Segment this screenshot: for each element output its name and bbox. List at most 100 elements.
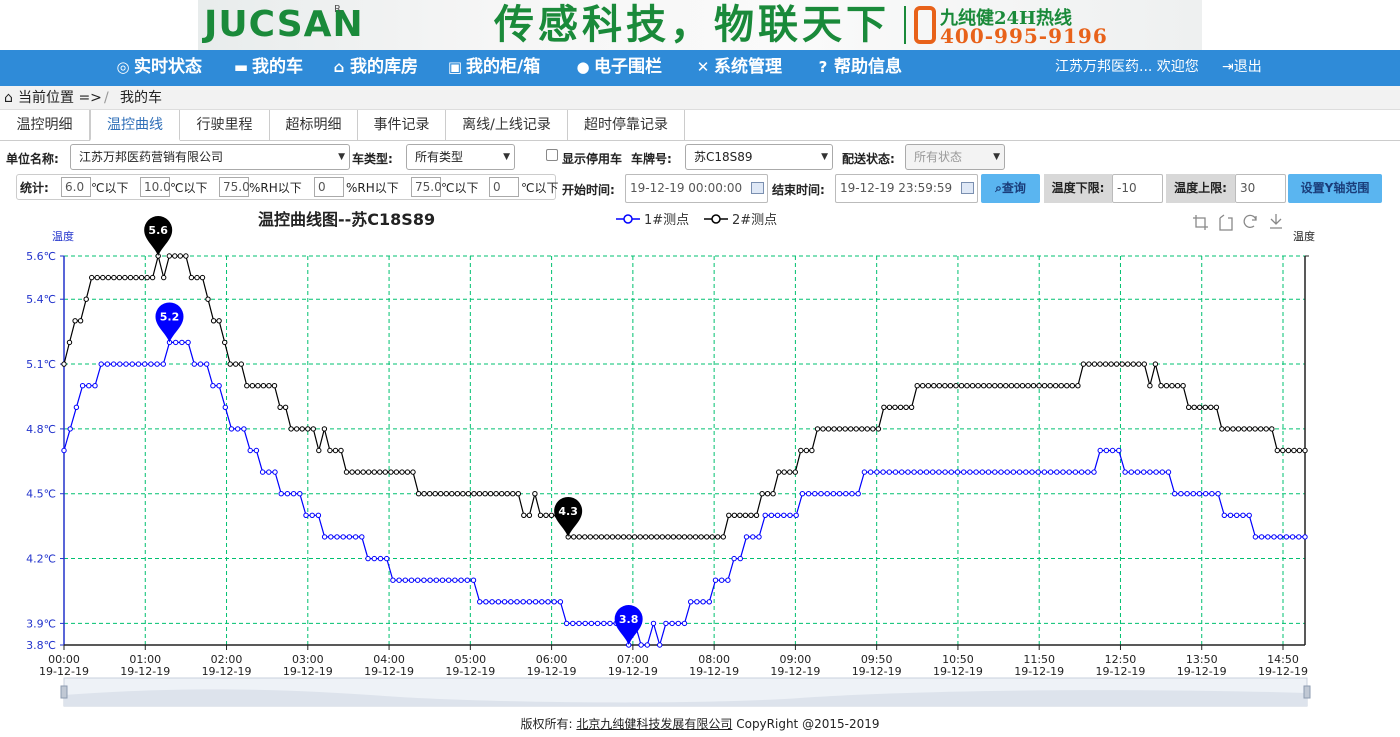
data-point[interactable] — [892, 469, 899, 475]
data-point[interactable] — [725, 577, 731, 583]
data-point[interactable] — [504, 491, 510, 497]
data-point[interactable] — [354, 469, 361, 475]
data-point[interactable] — [1003, 383, 1009, 389]
data-point[interactable] — [925, 383, 931, 389]
data-point[interactable] — [1119, 361, 1125, 367]
data-point[interactable] — [1023, 469, 1029, 475]
data-point[interactable] — [1147, 383, 1153, 389]
data-point[interactable] — [1172, 491, 1178, 497]
temp-high-input[interactable]: 30 — [1235, 174, 1286, 203]
data-point[interactable] — [1085, 469, 1091, 475]
plate-select[interactable]: 苏C18S89 ▼ — [685, 144, 833, 170]
data-point[interactable] — [133, 274, 139, 281]
data-point[interactable] — [737, 555, 743, 562]
data-point[interactable] — [1122, 469, 1128, 475]
data-point[interactable] — [61, 361, 67, 367]
data-point[interactable] — [700, 599, 706, 605]
data-point[interactable] — [1230, 426, 1236, 432]
data-point[interactable] — [310, 426, 316, 432]
data-point[interactable] — [352, 534, 359, 540]
data-point[interactable] — [1136, 361, 1142, 367]
data-point[interactable] — [1296, 534, 1302, 540]
data-point[interactable] — [117, 361, 123, 367]
data-point[interactable] — [948, 469, 954, 475]
tab-mileage[interactable]: 行驶里程 — [180, 110, 270, 141]
data-point[interactable] — [393, 469, 400, 475]
data-point[interactable] — [299, 426, 305, 432]
data-point[interactable] — [185, 339, 191, 346]
data-point[interactable] — [371, 469, 377, 475]
data-point[interactable] — [1054, 469, 1060, 475]
data-point[interactable] — [1025, 383, 1031, 389]
tab-timeout-stop[interactable]: 超时停靠记录 — [568, 110, 685, 141]
data-point[interactable] — [1163, 383, 1170, 389]
data-point[interactable] — [1296, 447, 1303, 454]
data-point[interactable] — [1016, 469, 1023, 475]
data-point[interactable] — [582, 534, 588, 540]
data-point[interactable] — [526, 599, 533, 605]
data-point[interactable] — [659, 534, 665, 540]
data-point[interactable] — [309, 512, 315, 518]
data-point[interactable] — [129, 361, 136, 367]
data-point[interactable] — [992, 469, 998, 475]
data-point[interactable] — [992, 383, 998, 389]
data-point[interactable] — [499, 491, 505, 497]
tab-temp-detail[interactable]: 温控明细 — [0, 110, 90, 141]
data-point[interactable] — [1116, 447, 1122, 454]
data-point[interactable] — [427, 491, 433, 497]
data-point[interactable] — [1184, 491, 1190, 497]
data-point[interactable] — [1246, 512, 1252, 518]
data-point[interactable] — [831, 426, 837, 432]
data-point[interactable] — [638, 642, 644, 648]
data-point[interactable] — [663, 620, 669, 627]
data-point[interactable] — [216, 383, 222, 389]
data-point[interactable] — [820, 426, 826, 432]
data-point[interactable] — [781, 512, 787, 518]
data-point[interactable] — [432, 491, 438, 497]
data-point[interactable] — [464, 577, 470, 583]
data-point[interactable] — [607, 620, 613, 627]
data-point[interactable] — [183, 253, 189, 259]
data-point[interactable] — [92, 383, 98, 389]
data-point[interactable] — [812, 491, 818, 497]
data-point[interactable] — [1252, 426, 1258, 432]
data-point[interactable] — [222, 404, 229, 411]
data-point[interactable] — [454, 491, 461, 497]
data-point[interactable] — [1072, 469, 1079, 475]
data-point[interactable] — [515, 491, 521, 497]
legend-series-2[interactable]: 2#测点 — [704, 213, 777, 228]
data-point[interactable] — [332, 447, 339, 454]
data-point[interactable] — [692, 534, 699, 540]
data-point[interactable] — [297, 491, 303, 497]
data-point[interactable] — [570, 620, 576, 627]
data-point[interactable] — [1029, 469, 1035, 475]
data-point[interactable] — [905, 469, 911, 475]
stat-input[interactable]: 75.0 — [219, 177, 250, 197]
data-point[interactable] — [284, 491, 291, 497]
data-point[interactable] — [1047, 383, 1053, 389]
data-point[interactable] — [1265, 534, 1271, 540]
data-point[interactable] — [1263, 426, 1269, 432]
data-point[interactable] — [1041, 383, 1048, 389]
data-point[interactable] — [94, 274, 100, 281]
data-point[interactable] — [886, 404, 893, 411]
data-point[interactable] — [458, 577, 464, 583]
data-point[interactable] — [818, 491, 824, 497]
download-icon[interactable] — [1270, 214, 1282, 229]
data-point[interactable] — [748, 512, 754, 518]
data-point[interactable] — [836, 426, 843, 432]
data-point[interactable] — [98, 361, 104, 367]
data-point[interactable] — [360, 469, 366, 475]
data-point[interactable] — [853, 426, 859, 432]
data-point[interactable] — [787, 512, 793, 518]
data-point[interactable] — [408, 577, 415, 583]
data-point[interactable] — [1019, 383, 1026, 389]
data-point[interactable] — [953, 383, 959, 389]
tab-over-limit[interactable]: 超标明细 — [270, 110, 358, 141]
data-point[interactable] — [66, 339, 73, 346]
data-point[interactable] — [874, 469, 880, 475]
data-point[interactable] — [798, 447, 804, 454]
data-point[interactable] — [571, 534, 577, 540]
data-point[interactable] — [493, 491, 499, 497]
data-point[interactable] — [210, 383, 216, 389]
